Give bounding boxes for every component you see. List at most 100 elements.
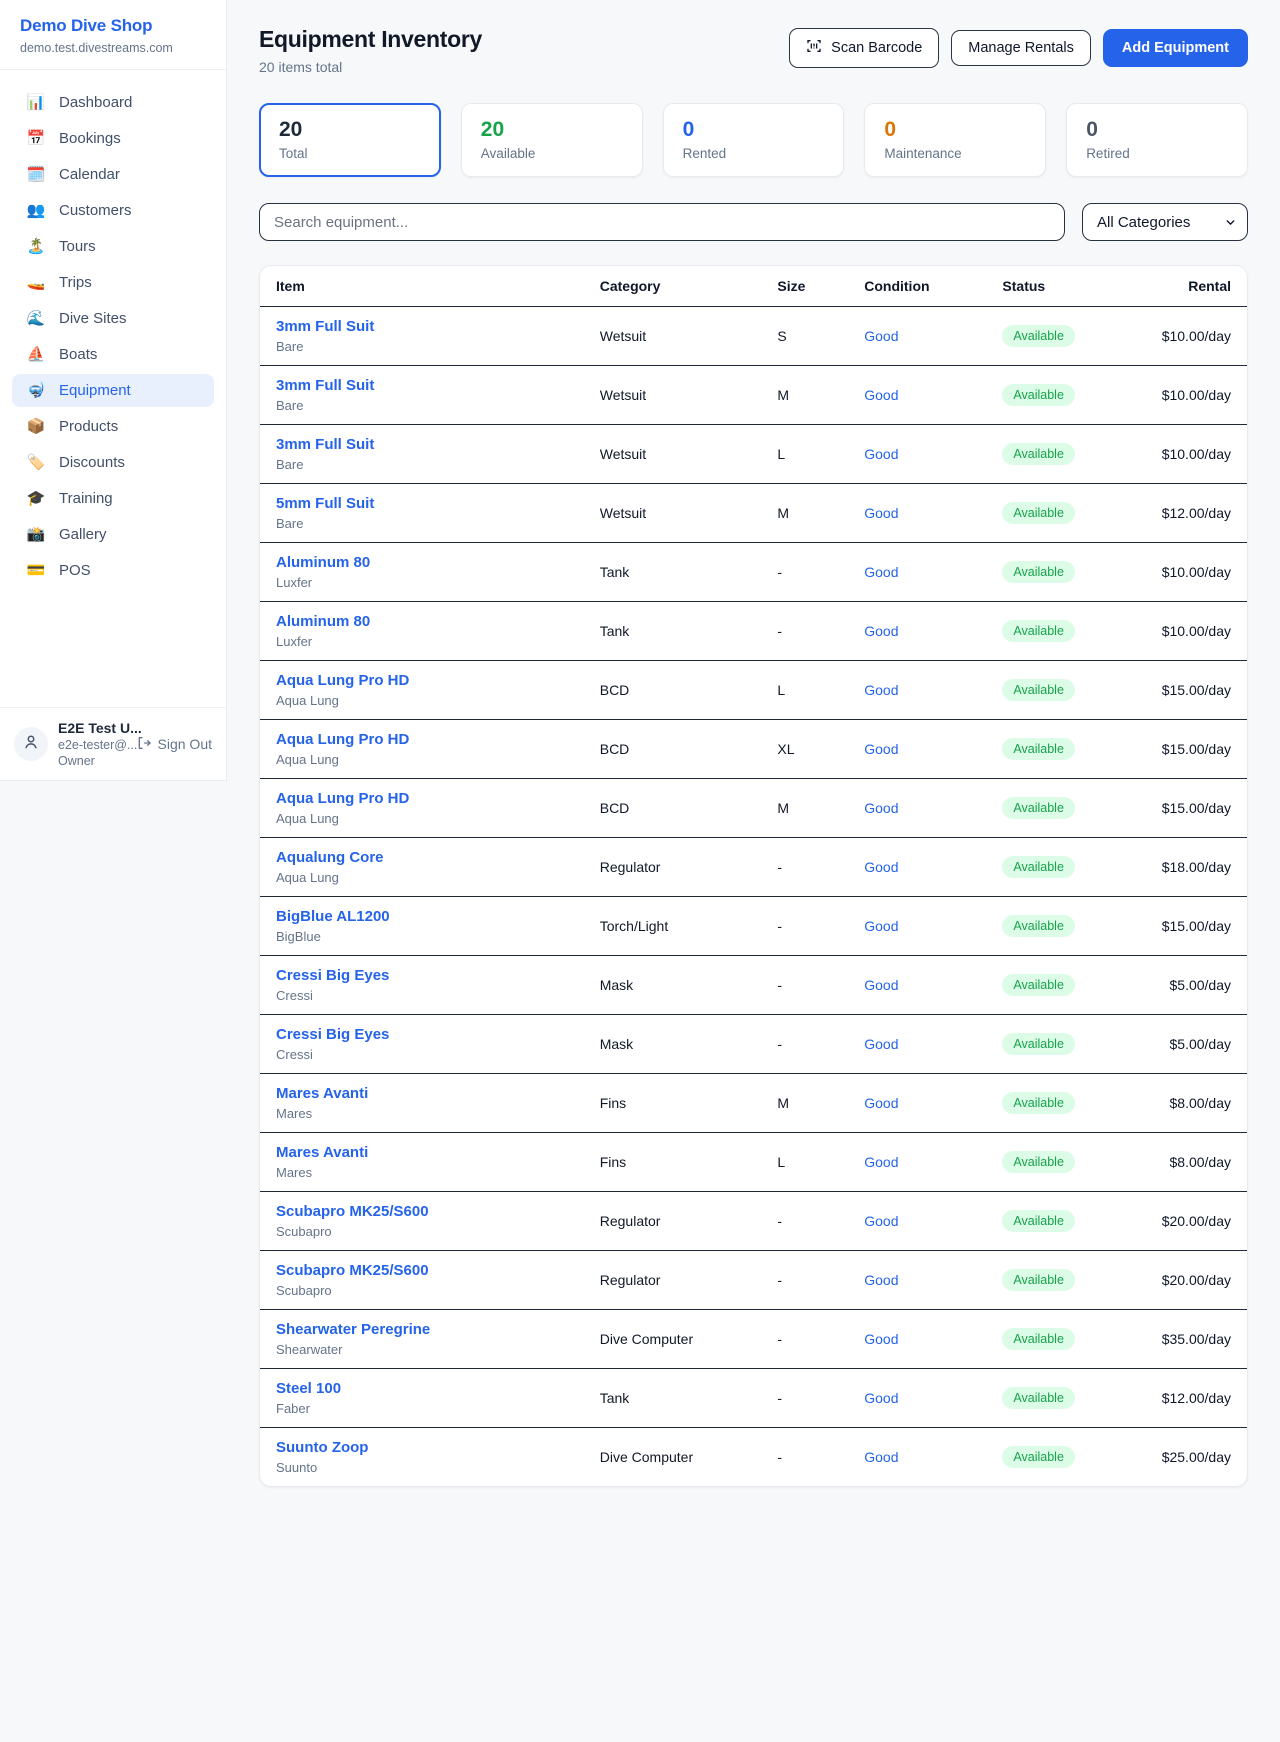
table-row[interactable]: 3mm Full Suit Bare Wetsuit M Good Availa…: [260, 366, 1247, 425]
sidebar-item-calendar[interactable]: 🗓️ Calendar: [12, 158, 214, 191]
item-condition: Good: [848, 366, 986, 425]
item-size: -: [761, 1251, 848, 1310]
item-name-link[interactable]: 3mm Full Suit: [276, 377, 568, 394]
table-row[interactable]: Aluminum 80 Luxfer Tank - Good Available…: [260, 602, 1247, 661]
category-select[interactable]: All Categories: [1082, 203, 1248, 241]
item-condition: Good: [848, 1310, 986, 1369]
stat-card-rented[interactable]: 0 Rented: [663, 103, 845, 177]
item-name-link[interactable]: 3mm Full Suit: [276, 318, 568, 335]
table-row[interactable]: Scubapro MK25/S600 Scubapro Regulator - …: [260, 1192, 1247, 1251]
table-row[interactable]: Aqua Lung Pro HD Aqua Lung BCD L Good Av…: [260, 661, 1247, 720]
item-category: Wetsuit: [584, 307, 762, 366]
sidebar-item-equipment[interactable]: 🤿 Equipment: [12, 374, 214, 407]
item-name-link[interactable]: Scubapro MK25/S600: [276, 1262, 568, 1279]
sidebar-item-products[interactable]: 📦 Products: [12, 410, 214, 443]
sidebar-item-dashboard[interactable]: 📊 Dashboard: [12, 86, 214, 119]
table-row[interactable]: Mares Avanti Mares Fins M Good Available…: [260, 1074, 1247, 1133]
item-name-link[interactable]: Cressi Big Eyes: [276, 967, 568, 984]
item-name-link[interactable]: Aluminum 80: [276, 613, 568, 630]
table-header-row: Item Category Size Condition Status Rent…: [260, 266, 1247, 307]
sidebar-nav: 📊 Dashboard 📅 Bookings 🗓️ Calendar 👥 Cus…: [0, 70, 226, 707]
sidebar-item-discounts[interactable]: 🏷️ Discounts: [12, 446, 214, 479]
sidebar-item-pos[interactable]: 💳 POS: [12, 554, 214, 587]
item-name-link[interactable]: Aqua Lung Pro HD: [276, 672, 568, 689]
brand-title[interactable]: Demo Dive Shop: [20, 16, 206, 36]
item-rental: $35.00/day: [1136, 1310, 1247, 1369]
sidebar-item-label: Bookings: [59, 130, 121, 147]
stat-label: Total: [279, 146, 421, 161]
user-footer: E2E Test U... e2e-tester@... Owner Sign …: [0, 707, 226, 780]
sidebar-item-trips[interactable]: 🚤 Trips: [12, 266, 214, 299]
table-row[interactable]: 3mm Full Suit Bare Wetsuit L Good Availa…: [260, 425, 1247, 484]
item-condition: Good: [848, 602, 986, 661]
table-row[interactable]: Aqualung Core Aqua Lung Regulator - Good…: [260, 838, 1247, 897]
item-name-link[interactable]: Shearwater Peregrine: [276, 1321, 568, 1338]
item-name-link[interactable]: Scubapro MK25/S600: [276, 1203, 568, 1220]
table-row[interactable]: 5mm Full Suit Bare Wetsuit M Good Availa…: [260, 484, 1247, 543]
item-name-link[interactable]: BigBlue AL1200: [276, 908, 568, 925]
item-condition: Good: [848, 1074, 986, 1133]
item-name-link[interactable]: Mares Avanti: [276, 1085, 568, 1102]
item-category: Tank: [584, 1369, 762, 1428]
table-row[interactable]: Cressi Big Eyes Cressi Mask - Good Avail…: [260, 956, 1247, 1015]
item-name-link[interactable]: 3mm Full Suit: [276, 436, 568, 453]
sidebar-item-tours[interactable]: 🏝️ Tours: [12, 230, 214, 263]
add-equipment-button[interactable]: Add Equipment: [1103, 29, 1248, 67]
table-row[interactable]: Aluminum 80 Luxfer Tank - Good Available…: [260, 543, 1247, 602]
stat-card-maintenance[interactable]: 0 Maintenance: [864, 103, 1046, 177]
table-row[interactable]: Scubapro MK25/S600 Scubapro Regulator - …: [260, 1251, 1247, 1310]
search-input[interactable]: [259, 203, 1065, 241]
item-name-link[interactable]: Steel 100: [276, 1380, 568, 1397]
boats-icon: ⛵: [26, 347, 46, 362]
item-rental: $15.00/day: [1136, 779, 1247, 838]
scan-barcode-button[interactable]: Scan Barcode: [789, 28, 939, 68]
item-name-link[interactable]: Cressi Big Eyes: [276, 1026, 568, 1043]
item-name-link[interactable]: Mares Avanti: [276, 1144, 568, 1161]
status-badge: Available: [1002, 561, 1075, 583]
sidebar-item-boats[interactable]: ⛵ Boats: [12, 338, 214, 371]
stat-card-total[interactable]: 20 Total: [259, 103, 441, 177]
status-badge: Available: [1002, 620, 1075, 642]
item-brand: Cressi: [276, 988, 568, 1003]
sidebar-item-gallery[interactable]: 📸 Gallery: [12, 518, 214, 551]
item-name-link[interactable]: 5mm Full Suit: [276, 495, 568, 512]
stat-label: Available: [481, 146, 623, 161]
item-condition: Good: [848, 779, 986, 838]
stat-card-retired[interactable]: 0 Retired: [1066, 103, 1248, 177]
item-name-link[interactable]: Aqua Lung Pro HD: [276, 790, 568, 807]
status-badge: Available: [1002, 1328, 1075, 1350]
table-row[interactable]: Cressi Big Eyes Cressi Mask - Good Avail…: [260, 1015, 1247, 1074]
item-rental: $25.00/day: [1136, 1428, 1247, 1487]
item-size: M: [761, 366, 848, 425]
avatar: [14, 727, 48, 761]
sidebar-item-customers[interactable]: 👥 Customers: [12, 194, 214, 227]
sidebar-item-bookings[interactable]: 📅 Bookings: [12, 122, 214, 155]
table-row[interactable]: 3mm Full Suit Bare Wetsuit S Good Availa…: [260, 307, 1247, 366]
stat-label: Maintenance: [884, 146, 1026, 161]
table-row[interactable]: Aqua Lung Pro HD Aqua Lung BCD M Good Av…: [260, 779, 1247, 838]
table-row[interactable]: Aqua Lung Pro HD Aqua Lung BCD XL Good A…: [260, 720, 1247, 779]
item-name-link[interactable]: Suunto Zoop: [276, 1439, 568, 1456]
item-rental: $20.00/day: [1136, 1251, 1247, 1310]
sidebar-item-training[interactable]: 🎓 Training: [12, 482, 214, 515]
table-row[interactable]: Suunto Zoop Suunto Dive Computer - Good …: [260, 1428, 1247, 1487]
stat-value: 20: [279, 117, 421, 142]
stat-card-available[interactable]: 20 Available: [461, 103, 643, 177]
item-category: Tank: [584, 602, 762, 661]
app: Demo Dive Shop demo.test.divestreams.com…: [0, 0, 1280, 1527]
item-name-link[interactable]: Aluminum 80: [276, 554, 568, 571]
table-row[interactable]: Mares Avanti Mares Fins L Good Available…: [260, 1133, 1247, 1192]
person-icon: [22, 733, 40, 756]
manage-rentals-button[interactable]: Manage Rentals: [951, 30, 1091, 66]
item-name-link[interactable]: Aqua Lung Pro HD: [276, 731, 568, 748]
sidebar-item-dive-sites[interactable]: 🌊 Dive Sites: [12, 302, 214, 335]
table-row[interactable]: Shearwater Peregrine Shearwater Dive Com…: [260, 1310, 1247, 1369]
table-row[interactable]: Steel 100 Faber Tank - Good Available $1…: [260, 1369, 1247, 1428]
sign-out-button[interactable]: Sign Out: [136, 735, 212, 754]
sidebar-item-label: Equipment: [59, 382, 131, 399]
status-badge: Available: [1002, 502, 1075, 524]
item-name-link[interactable]: Aqualung Core: [276, 849, 568, 866]
item-category: BCD: [584, 661, 762, 720]
item-rental: $5.00/day: [1136, 1015, 1247, 1074]
table-row[interactable]: BigBlue AL1200 BigBlue Torch/Light - Goo…: [260, 897, 1247, 956]
